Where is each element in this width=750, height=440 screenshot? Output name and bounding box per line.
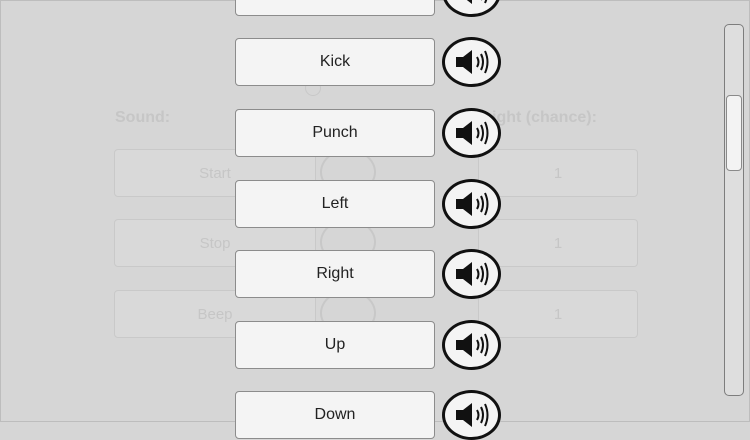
- sound-option-kick-button[interactable]: Kick: [235, 38, 435, 86]
- sound-option-punch-button[interactable]: Punch: [235, 109, 435, 157]
- speaker-icon[interactable]: [442, 390, 501, 440]
- speaker-icon[interactable]: [442, 179, 501, 229]
- sound-option-right-button[interactable]: Right: [235, 250, 435, 298]
- speaker-icon[interactable]: [442, 320, 501, 370]
- bg-weight-value: 1: [478, 219, 638, 267]
- weight-column-label: ight (chance):: [492, 109, 597, 126]
- speaker-icon[interactable]: [442, 249, 501, 299]
- sound-option-button[interactable]: [235, 0, 435, 16]
- speaker-icon[interactable]: [442, 108, 501, 158]
- speaker-icon[interactable]: [442, 37, 501, 87]
- scrollbar-track[interactable]: [724, 24, 744, 396]
- sound-option-down-button[interactable]: Down: [235, 391, 435, 439]
- sound-option-left-button[interactable]: Left: [235, 180, 435, 228]
- bg-weight-value: 1: [478, 149, 638, 197]
- sound-column-label: Sound:: [115, 109, 171, 126]
- scrollbar-thumb[interactable]: [726, 95, 742, 171]
- bg-weight-value: 1: [478, 290, 638, 338]
- sound-option-up-button[interactable]: Up: [235, 321, 435, 369]
